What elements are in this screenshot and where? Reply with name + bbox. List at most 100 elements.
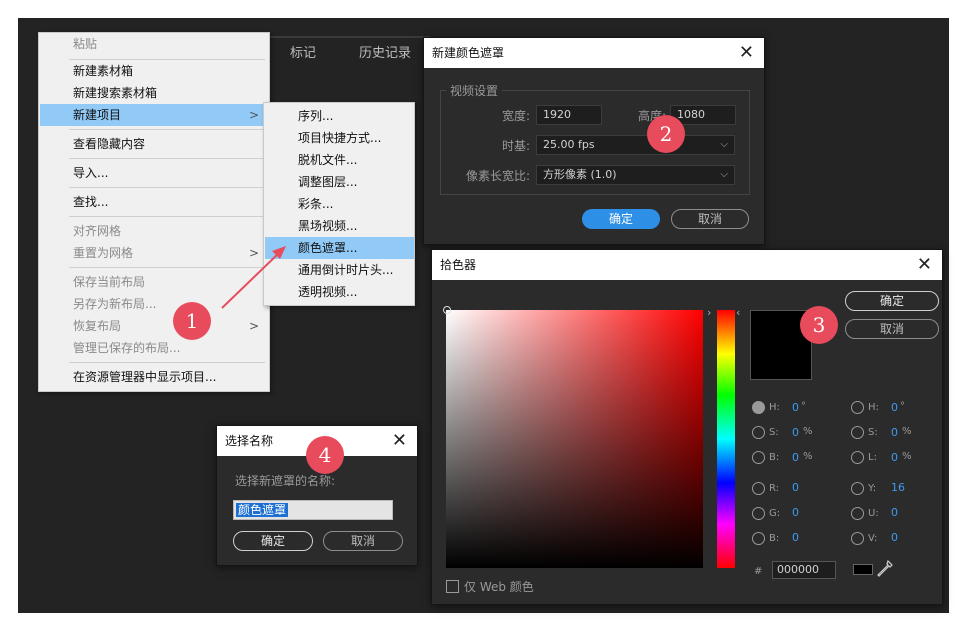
submenu-item-label: 通用倒计时片头... bbox=[298, 263, 394, 277]
menu-item-new-item[interactable]: 新建项目 > bbox=[40, 104, 269, 126]
tab-history[interactable]: 历史记录 bbox=[359, 42, 411, 61]
yuv-y-value[interactable]: 16 bbox=[891, 481, 905, 494]
menu-item-import[interactable]: 导入... bbox=[40, 162, 269, 184]
hsb-h-unit: ° bbox=[801, 401, 806, 412]
hsl-s-value[interactable]: 0 bbox=[891, 426, 898, 439]
menu-item-find[interactable]: 查找... bbox=[40, 191, 269, 213]
radio-hsl-hue[interactable] bbox=[851, 401, 864, 414]
ok-button[interactable]: 确定 bbox=[845, 291, 939, 311]
rgb-g-value[interactable]: 0 bbox=[792, 506, 799, 519]
ok-button[interactable]: 确定 bbox=[582, 209, 660, 229]
close-icon[interactable]: ✕ bbox=[739, 38, 754, 68]
radio-yuv-y[interactable] bbox=[851, 482, 864, 495]
matte-name-value: 颜色遮罩 bbox=[236, 503, 289, 517]
menu-item-reset-grid[interactable]: 重置为网格 > bbox=[40, 242, 269, 264]
web-colors-checkbox[interactable] bbox=[446, 580, 459, 593]
radio-hsl-saturation[interactable] bbox=[851, 426, 864, 439]
cancel-button[interactable]: 取消 bbox=[323, 531, 403, 551]
submenu-item-label: 颜色遮罩... bbox=[298, 241, 358, 255]
hsl-h-value[interactable]: 0 bbox=[891, 401, 898, 414]
chevron-right-icon: › bbox=[707, 306, 712, 319]
cancel-button[interactable]: 取消 bbox=[845, 319, 939, 339]
menu-item-show-hidden[interactable]: 查看隐藏内容 bbox=[40, 133, 269, 155]
rgb-g-label: G: bbox=[769, 508, 781, 519]
dialog-title: 选择名称 bbox=[225, 434, 274, 448]
submenu-item-adjustment-layer[interactable]: 调整图层... bbox=[265, 171, 414, 193]
menu-item-label: 管理已保存的布局... bbox=[73, 341, 181, 355]
menu-item-label: 对齐网格 bbox=[73, 224, 122, 238]
dialog-title: 新建颜色遮罩 bbox=[432, 46, 505, 60]
radio-rgb-blue[interactable] bbox=[752, 532, 765, 545]
new-color-matte-dialog: 新建颜色遮罩 ✕ 视频设置 宽度: 1920 高度: 1080 时基: 25.0… bbox=[423, 37, 765, 245]
menu-item-reveal-in-explorer[interactable]: 在资源管理器中显示项目... bbox=[40, 366, 269, 388]
chevron-left-icon: ‹ bbox=[736, 306, 741, 319]
hsl-l-value[interactable]: 0 bbox=[891, 451, 898, 464]
pixel-aspect-select[interactable]: 方形像素 (1.0) ⌵ bbox=[536, 165, 735, 185]
submenu-item-project-shortcut[interactable]: 项目快捷方式... bbox=[265, 127, 414, 149]
radio-hsb-brightness[interactable] bbox=[752, 451, 765, 464]
submenu-item-sequence[interactable]: 序列... bbox=[265, 105, 414, 127]
rgb-b-label: B: bbox=[769, 533, 780, 544]
menu-item-paste[interactable]: 粘贴 bbox=[40, 33, 269, 55]
radio-hsl-lightness[interactable] bbox=[851, 451, 864, 464]
submenu-item-label: 彩条... bbox=[298, 197, 334, 211]
radio-hsb-saturation[interactable] bbox=[752, 426, 765, 439]
menu-item-label: 在资源管理器中显示项目... bbox=[73, 370, 217, 384]
radio-hsb-hue[interactable] bbox=[752, 401, 765, 414]
yuv-v-label: V: bbox=[868, 533, 878, 544]
hue-slider[interactable] bbox=[717, 310, 735, 568]
radio-rgb-green[interactable] bbox=[752, 507, 765, 520]
hsb-b-label: B: bbox=[769, 452, 780, 463]
rgb-b-value[interactable]: 0 bbox=[792, 531, 799, 544]
width-value: 1920 bbox=[543, 108, 571, 121]
submenu-item-offline-file[interactable]: 脱机文件... bbox=[265, 149, 414, 171]
screenshot-stage: 标记 历史记录 粘贴 新建素材箱 新建搜索素材箱 新建项目 > 查看隐藏内容 导入… bbox=[0, 0, 967, 631]
menu-item-save-layout[interactable]: 保存当前布局 bbox=[40, 271, 269, 293]
matte-name-input[interactable]: 颜色遮罩 bbox=[233, 500, 393, 520]
radio-yuv-u[interactable] bbox=[851, 507, 864, 520]
color-cursor[interactable] bbox=[443, 306, 451, 314]
chevron-down-icon: ⌵ bbox=[720, 169, 728, 180]
menu-item-restore-layout[interactable]: 恢复布局 > bbox=[40, 315, 269, 337]
saturation-brightness-field[interactable] bbox=[446, 310, 703, 568]
radio-yuv-v[interactable] bbox=[851, 532, 864, 545]
menu-item-new-bin[interactable]: 新建素材箱 bbox=[40, 60, 269, 82]
timebase-select[interactable]: 25.00 fps ⌵ bbox=[536, 135, 735, 155]
submenu-item-countdown-leader[interactable]: 通用倒计时片头... bbox=[265, 259, 414, 281]
hex-prefix: # bbox=[754, 566, 763, 577]
menu-item-label: 保存当前布局 bbox=[73, 275, 146, 289]
tab-markers[interactable]: 标记 bbox=[290, 42, 316, 61]
color-picker-dialog: 拾色器 ✕ › ‹ 确定 取消 H: 0 ° S: 0 % B: 0 % R: … bbox=[431, 249, 943, 605]
hsb-h-value[interactable]: 0 bbox=[792, 401, 799, 414]
eyedropper-icon[interactable] bbox=[877, 560, 893, 578]
cancel-button[interactable]: 取消 bbox=[671, 209, 749, 229]
menu-item-save-as-new-layout[interactable]: 另存为新布局... bbox=[40, 293, 269, 315]
yuv-u-value[interactable]: 0 bbox=[891, 506, 898, 519]
width-field[interactable]: 1920 bbox=[536, 105, 602, 125]
pixel-aspect-value: 方形像素 (1.0) bbox=[543, 168, 617, 181]
submenu-item-transparent-video[interactable]: 透明视频... bbox=[265, 281, 414, 303]
menu-item-label: 查找... bbox=[73, 195, 109, 209]
radio-rgb-red[interactable] bbox=[752, 482, 765, 495]
group-label: 视频设置 bbox=[446, 82, 503, 99]
rgb-r-value[interactable]: 0 bbox=[792, 481, 799, 494]
menu-item-label: 查看隐藏内容 bbox=[73, 137, 146, 151]
menu-item-align-grid[interactable]: 对齐网格 bbox=[40, 220, 269, 242]
hex-input[interactable]: 000000 bbox=[772, 561, 836, 579]
hsl-h-unit: ° bbox=[900, 401, 905, 412]
submenu-item-bars-tone[interactable]: 彩条... bbox=[265, 193, 414, 215]
hsb-b-value[interactable]: 0 bbox=[792, 451, 799, 464]
menu-item-new-search-bin[interactable]: 新建搜索素材箱 bbox=[40, 82, 269, 104]
yuv-v-value[interactable]: 0 bbox=[891, 531, 898, 544]
menu-divider bbox=[69, 216, 265, 217]
ok-button[interactable]: 确定 bbox=[233, 531, 313, 551]
menu-item-label: 另存为新布局... bbox=[73, 297, 157, 311]
submenu-item-color-matte[interactable]: 颜色遮罩... bbox=[265, 237, 414, 259]
project-context-menu: 粘贴 新建素材箱 新建搜索素材箱 新建项目 > 查看隐藏内容 导入... 查找..… bbox=[38, 32, 270, 392]
close-icon[interactable]: ✕ bbox=[917, 250, 932, 280]
menu-divider bbox=[69, 129, 265, 130]
hsb-s-value[interactable]: 0 bbox=[792, 426, 799, 439]
close-icon[interactable]: ✕ bbox=[392, 426, 407, 456]
submenu-item-black-video[interactable]: 黑场视频... bbox=[265, 215, 414, 237]
menu-item-manage-layouts[interactable]: 管理已保存的布局... bbox=[40, 337, 269, 359]
